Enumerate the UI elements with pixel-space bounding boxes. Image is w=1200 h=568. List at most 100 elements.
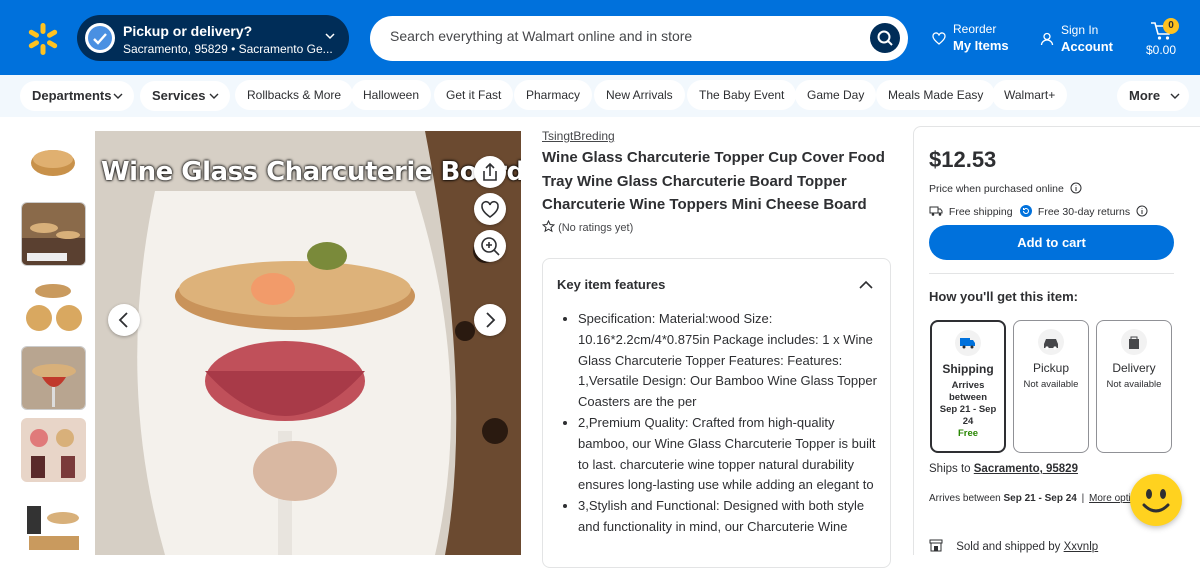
product-thumbnail[interactable] (21, 274, 86, 338)
favorite-button[interactable] (474, 193, 506, 225)
account-link[interactable]: Sign In Account (1040, 23, 1113, 54)
nav-item-get-it-fast[interactable]: Get it Fast (434, 80, 514, 110)
nav-item-baby-event[interactable]: The Baby Event (687, 80, 797, 110)
heart-icon (932, 32, 946, 45)
feature-item: 2,Premium Quality: Crafted from high-qua… (578, 413, 883, 496)
search-input[interactable] (390, 28, 860, 44)
option-detail: Not available (1023, 379, 1079, 390)
option-detail-line: between (948, 392, 987, 403)
search-icon (877, 30, 893, 46)
share-icon (483, 162, 497, 181)
option-price: Free (957, 428, 979, 439)
rating-summary[interactable]: (No ratings yet) (541, 219, 634, 234)
cart-button[interactable]: 0 $0.00 (1140, 18, 1184, 60)
arrives-label: Arrives between (929, 493, 1001, 504)
ships-to-location-link[interactable]: Sacramento, 95829 (974, 463, 1078, 475)
departments-menu[interactable]: Departments (20, 81, 134, 111)
cart-count-badge: 0 (1163, 18, 1179, 34)
services-label: Services (152, 88, 206, 103)
separator: | (1081, 493, 1085, 504)
pickup-delivery-selector[interactable]: Pickup or delivery? Sacramento, 95829 • … (77, 15, 349, 61)
more-options-link[interactable]: More opti (1089, 493, 1131, 504)
price-note-text: Price when purchased online (929, 183, 1064, 195)
product-thumbnail[interactable] (21, 490, 86, 555)
brand-link[interactable]: TsingtBreding (542, 129, 615, 143)
previous-image-button[interactable] (108, 304, 140, 336)
services-menu[interactable]: Services (140, 81, 230, 111)
product-price: $12.53 (929, 147, 997, 172)
seller-link[interactable]: Xxvnlp (1064, 541, 1099, 553)
pickup-location: Sacramento, 95829 • Sacramento Ge... (123, 42, 333, 56)
chevron-up-icon[interactable] (858, 277, 874, 293)
nav-item-pharmacy[interactable]: Pharmacy (514, 80, 593, 110)
info-icon[interactable] (1136, 205, 1148, 217)
rating-text: (No ratings yet) (558, 222, 634, 234)
store-icon (929, 539, 943, 552)
free-shipping-text: Free shipping (948, 206, 1013, 218)
divider (929, 273, 1174, 274)
search-button[interactable] (870, 23, 900, 53)
free-shipping-note: Free shipping (929, 205, 1013, 218)
product-main-image: Wine Glass Charcuterie Board Topper (95, 131, 521, 555)
returns-icon (1020, 205, 1032, 217)
zoom-button[interactable] (474, 230, 506, 262)
my-items-label: My Items (953, 38, 1009, 53)
product-thumbnail[interactable] (21, 346, 86, 410)
nav-item-halloween[interactable]: Halloween (351, 80, 432, 110)
shipping-truck-icon (955, 330, 981, 356)
product-thumbnail[interactable] (21, 131, 86, 195)
zoom-in-icon (481, 237, 500, 256)
ships-to-label: Ships to (929, 463, 971, 475)
smiley-feedback-icon[interactable] (1130, 474, 1182, 526)
truck-icon (929, 206, 943, 216)
departments-label: Departments (32, 88, 112, 103)
sold-by-label: Sold and shipped by (956, 541, 1061, 553)
option-name: Shipping (942, 362, 994, 376)
feature-item: Specification: Material:wood Size: 10.16… (578, 309, 883, 413)
seller-info: Sold and shipped by Xxvnlp (929, 538, 1098, 553)
free-returns-text: Free 30-day returns (1037, 206, 1131, 218)
key-features-panel: Key item features Specification: Materia… (542, 258, 891, 568)
walmart-spark-logo[interactable] (26, 22, 60, 56)
ships-to: Ships to Sacramento, 95829 (929, 463, 1078, 475)
product-thumbnail[interactable] (21, 202, 86, 266)
option-detail: Arrives between Sep 21 - Sep 24 Free (932, 380, 1004, 440)
heart-icon (481, 200, 499, 218)
pickup-title: Pickup or delivery? (123, 23, 253, 39)
nav-item-rollbacks[interactable]: Rollbacks & More (235, 80, 354, 110)
delivery-bag-icon (1121, 329, 1147, 355)
info-icon[interactable] (1070, 182, 1082, 194)
option-name: Delivery (1112, 361, 1156, 375)
chevron-down-icon (113, 93, 123, 99)
chevron-down-icon (209, 93, 219, 99)
nav-item-game-day[interactable]: Game Day (795, 80, 877, 110)
free-returns-note: Free 30-day returns (1020, 205, 1148, 218)
next-image-button[interactable] (474, 304, 506, 336)
share-button[interactable] (474, 156, 506, 188)
nav-item-meals-made-easy[interactable]: Meals Made Easy (876, 80, 996, 110)
arrives-dates: Sep 21 - Sep 24 (1003, 493, 1077, 504)
pickup-store-icon (85, 23, 115, 53)
delivery-option[interactable]: Delivery Not available (1096, 320, 1172, 453)
fulfillment-heading: How you'll get this item: (929, 289, 1078, 304)
option-detail-line: Arrives (951, 380, 985, 391)
chevron-left-icon (118, 312, 128, 328)
arrival-estimate: Arrives between Sep 21 - Sep 24 | More o… (929, 493, 1131, 504)
image-caption: Wine Glass Charcuterie Board Topper (101, 157, 521, 187)
product-thumbnail[interactable] (21, 418, 86, 482)
my-items-link[interactable]: Reorder My Items (932, 22, 1009, 53)
chevron-right-icon (486, 312, 496, 328)
option-name: Pickup (1032, 361, 1070, 375)
add-to-cart-button[interactable]: Add to cart (929, 225, 1174, 260)
sign-in-label: Sign In (1061, 23, 1099, 37)
features-list: Specification: Material:wood Size: 10.16… (578, 309, 883, 538)
shipping-option[interactable]: Shipping Arrives between Sep 21 - Sep 24… (930, 320, 1006, 453)
features-heading: Key item features (557, 277, 666, 292)
nav-item-new-arrivals[interactable]: New Arrivals (594, 80, 685, 110)
more-menu[interactable]: More (1117, 81, 1189, 111)
star-icon (541, 219, 556, 233)
account-label: Account (1061, 39, 1113, 54)
nav-item-walmart-plus[interactable]: Walmart+ (992, 80, 1068, 110)
option-detail: Not available (1106, 379, 1162, 390)
pickup-option[interactable]: Pickup Not available (1013, 320, 1089, 453)
